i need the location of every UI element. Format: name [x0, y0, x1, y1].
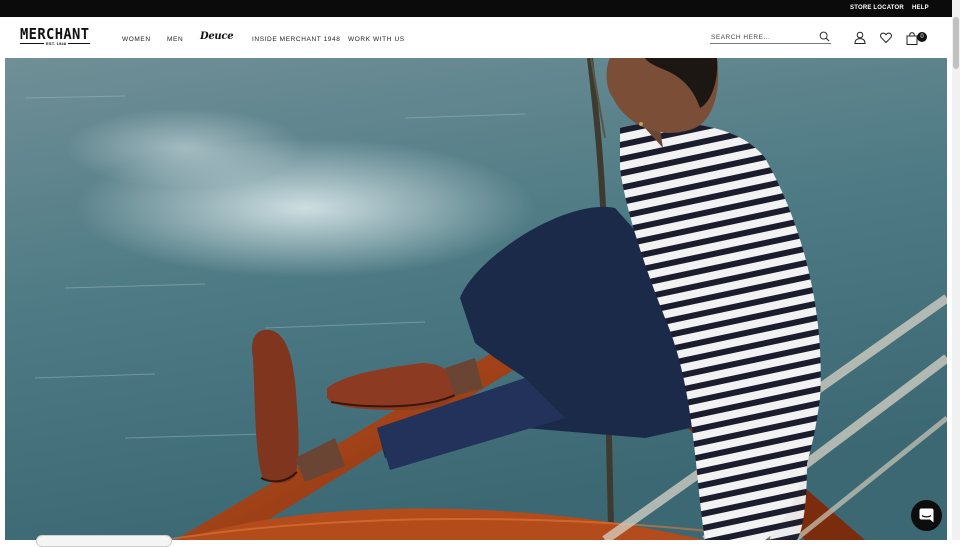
- hero-image[interactable]: [5, 58, 947, 540]
- nav-women[interactable]: WOMEN: [122, 36, 151, 43]
- chat-icon: [919, 508, 934, 523]
- nav-inside-merchant[interactable]: INSIDE MERCHANT 1948: [252, 36, 340, 43]
- scrollbar-thumb[interactable]: [953, 17, 959, 69]
- nav-work-with-us[interactable]: WORK WITH US: [348, 36, 405, 43]
- nav-deuce-logo[interactable]: Deuce: [200, 31, 234, 42]
- nav-men[interactable]: MEN: [167, 36, 183, 43]
- site-header: MERCHANT EST. 1948 WOMEN MEN Deuce INSID…: [0, 17, 952, 58]
- help-link[interactable]: HELP: [912, 5, 929, 11]
- chat-widget-button[interactable]: [911, 500, 942, 531]
- store-locator-link[interactable]: STORE LOCATOR: [850, 5, 904, 11]
- user-icon[interactable]: [854, 31, 866, 44]
- cookie-banner-stub[interactable]: [36, 535, 172, 547]
- logo-rule-right: [68, 43, 90, 44]
- cart-count-badge: 0: [917, 32, 927, 42]
- page-scrollbar[interactable]: [952, 0, 960, 540]
- logo-wordmark: MERCHANT: [20, 25, 90, 43]
- logo-est: EST. 1948: [46, 41, 67, 46]
- search-icon[interactable]: [819, 31, 830, 42]
- top-utility-bar: STORE LOCATOR HELP: [0, 0, 952, 17]
- logo-rule-left: [20, 43, 44, 44]
- merchant-logo[interactable]: MERCHANT EST. 1948: [20, 27, 92, 47]
- search-input[interactable]: [711, 32, 811, 42]
- shopping-bag-icon[interactable]: [906, 32, 918, 45]
- search-box: [710, 30, 831, 44]
- heart-icon[interactable]: [880, 31, 892, 44]
- hero-photo: [5, 58, 947, 540]
